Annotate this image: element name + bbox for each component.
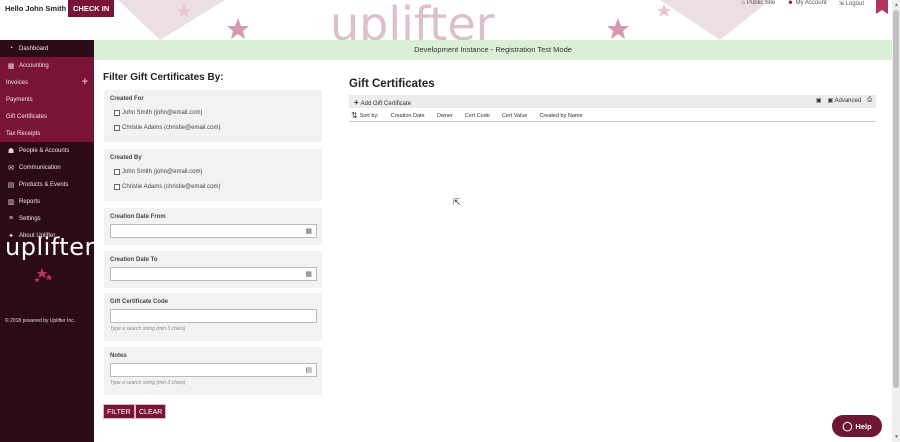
checkbox[interactable] — [114, 169, 120, 175]
sidebar-item-people-accounts[interactable]: ☗ People & Accounts — [0, 142, 94, 159]
dashboard-icon: ◔ — [8, 45, 14, 52]
calendar-icon[interactable]: ▦ — [305, 270, 312, 278]
svg-text:uplifter: uplifter — [330, 0, 495, 40]
print-icon[interactable]: ⎙ — [867, 97, 872, 104]
top-header: uplifter Hello John Smith CHECK IN ⌂ Publ… — [0, 0, 892, 40]
sidebar-item-tax-receipts[interactable]: Tax Receipts — [0, 125, 94, 142]
check-in-button[interactable]: CHECK IN — [68, 0, 115, 17]
sort-label: Sort by: — [359, 112, 379, 119]
toolbar-actions: ▣ ▣ Advanced ⎙ — [816, 97, 872, 104]
plus-icon: + — [354, 98, 359, 107]
page-scrollbar[interactable]: ▲ ▼ — [892, 0, 900, 442]
created-for-label: Created For — [110, 96, 144, 102]
notes-hint: Type a search string (min 3 chars) — [110, 380, 186, 386]
filter-button[interactable]: FILTER — [103, 404, 135, 419]
created-for-box: Created For John Smith (john@email.com) … — [104, 90, 322, 142]
logout-icon: ⇲ — [838, 1, 844, 7]
public-site-link[interactable]: ⌂ Public Site — [741, 0, 775, 7]
user-greeting: Hello John Smith — [5, 4, 67, 13]
plus-icon[interactable]: + — [82, 76, 88, 88]
sort-cert-value[interactable]: Cert Value — [502, 113, 528, 119]
home-icon: ⌂ — [741, 0, 745, 6]
chart-icon: ▥ — [7, 198, 15, 206]
created-by-option-2[interactable]: Christie Adams (christie@email.com) — [114, 184, 220, 190]
notes-label: Notes — [110, 353, 127, 359]
notes-box: Notes ▤ Type a search string (min 3 char… — [104, 347, 322, 395]
cert-code-label: Gift Certificate Code — [110, 299, 169, 305]
page-title: Gift Certificates — [349, 78, 435, 90]
cert-code-input[interactable] — [110, 309, 317, 323]
filter-title: Filter Gift Certificates By: — [103, 72, 224, 83]
save-icon[interactable]: ▣ — [816, 97, 822, 104]
sidebar-item-reports[interactable]: ▥ Reports — [0, 193, 94, 210]
my-account-link[interactable]: ☻ My Account — [787, 0, 826, 7]
created-for-option-2[interactable]: Christie Adams (christie@email.com) — [114, 125, 220, 131]
products-icon: ▤ — [7, 181, 15, 189]
sort-creation-date[interactable]: Creation Date — [391, 113, 425, 119]
people-icon: ☗ — [7, 147, 15, 155]
logout-link[interactable]: ⇲ Logout — [839, 0, 864, 7]
checkbox[interactable] — [114, 184, 120, 190]
sidebar: ◔ Dashboard ▦ Accounting Invoices + Payment… — [0, 40, 94, 442]
sidebar-item-accounting[interactable]: ▦ Accounting — [0, 57, 94, 74]
save-icon: ▣ — [827, 98, 834, 104]
date-to-input[interactable]: ▦ — [110, 267, 317, 281]
cert-code-hint: Type a search string (min 3 chars) — [110, 326, 186, 332]
checkbox[interactable] — [114, 110, 120, 116]
bookmark-icon[interactable] — [876, 0, 888, 14]
sidebar-item-communication[interactable]: ✉ Communication — [0, 159, 94, 176]
communication-icon: ✉ — [8, 164, 14, 172]
calendar-icon[interactable]: ▦ — [305, 227, 312, 235]
created-by-label: Created By — [110, 155, 142, 161]
add-gift-certificate-button[interactable]: + Add Gift Certificate — [354, 98, 411, 107]
date-from-label: Creation Date From — [110, 214, 166, 220]
sidebar-item-products-events[interactable]: ▤ Products & Events — [0, 176, 94, 193]
gc-toolbar: + Add Gift Certificate ▣ ▣ Advanced ⎙ — [349, 95, 876, 108]
instance-banner: Development Instance - Registration Test… — [94, 40, 892, 60]
created-by-option-1[interactable]: John Smith (john@email.com) — [114, 169, 202, 175]
logo: uplifter — [5, 233, 95, 261]
chat-icon: ◯ — [842, 420, 853, 431]
sidebar-item-payments[interactable]: Payments — [0, 91, 94, 108]
sort-owner[interactable]: Owner — [437, 113, 453, 119]
date-from-box: Creation Date From ▦ — [104, 208, 322, 245]
sort-icon: ⇅ — [351, 111, 358, 120]
sort-cert-code[interactable]: Cert Code — [465, 113, 490, 119]
settings-icon: ≡ — [8, 215, 14, 222]
sidebar-item-settings[interactable]: ≡ Settings — [0, 210, 94, 227]
scroll-up-icon[interactable]: ▲ — [894, 2, 899, 8]
sort-created-by-name[interactable]: Created by Name — [539, 113, 582, 119]
notes-input[interactable]: ▤ — [110, 363, 317, 377]
logo-stars-icon — [34, 268, 53, 283]
date-from-input[interactable]: ▦ — [110, 224, 317, 238]
mouse-cursor-icon: ⇱ — [453, 197, 461, 207]
sidebar-item-gift-certificates[interactable]: Gift Certificates — [0, 108, 94, 125]
created-for-option-1[interactable]: John Smith (john@email.com) — [114, 110, 202, 116]
checkbox[interactable] — [114, 125, 120, 131]
user-icon: ☻ — [787, 0, 794, 6]
sort-bar: ⇅ Sort by: Creation Date Owner Cert Code… — [349, 110, 876, 122]
cert-code-box: Gift Certificate Code Type a search stri… — [104, 293, 322, 341]
advanced-button[interactable]: ▣ Advanced — [827, 97, 861, 104]
notes-icon: ▤ — [305, 367, 312, 374]
date-to-box: Creation Date To ▦ — [104, 251, 322, 288]
created-by-box: Created By John Smith (john@email.com) C… — [104, 149, 322, 201]
date-to-label: Creation Date To — [110, 257, 158, 263]
calculator-icon: ▦ — [7, 62, 15, 70]
copyright-text: © 2018 powered by Uplifter Inc. — [5, 318, 76, 324]
scroll-thumb[interactable] — [893, 10, 899, 388]
help-button[interactable]: ◯ Help — [832, 415, 882, 437]
clear-button[interactable]: CLEAR — [135, 404, 167, 419]
top-links: ⌂ Public Site ☻ My Account ⇲ Logout — [741, 0, 864, 7]
sidebar-item-dashboard[interactable]: ◔ Dashboard — [0, 40, 94, 57]
sidebar-item-invoices[interactable]: Invoices + — [0, 74, 94, 91]
scroll-down-icon[interactable]: ▼ — [894, 434, 899, 440]
